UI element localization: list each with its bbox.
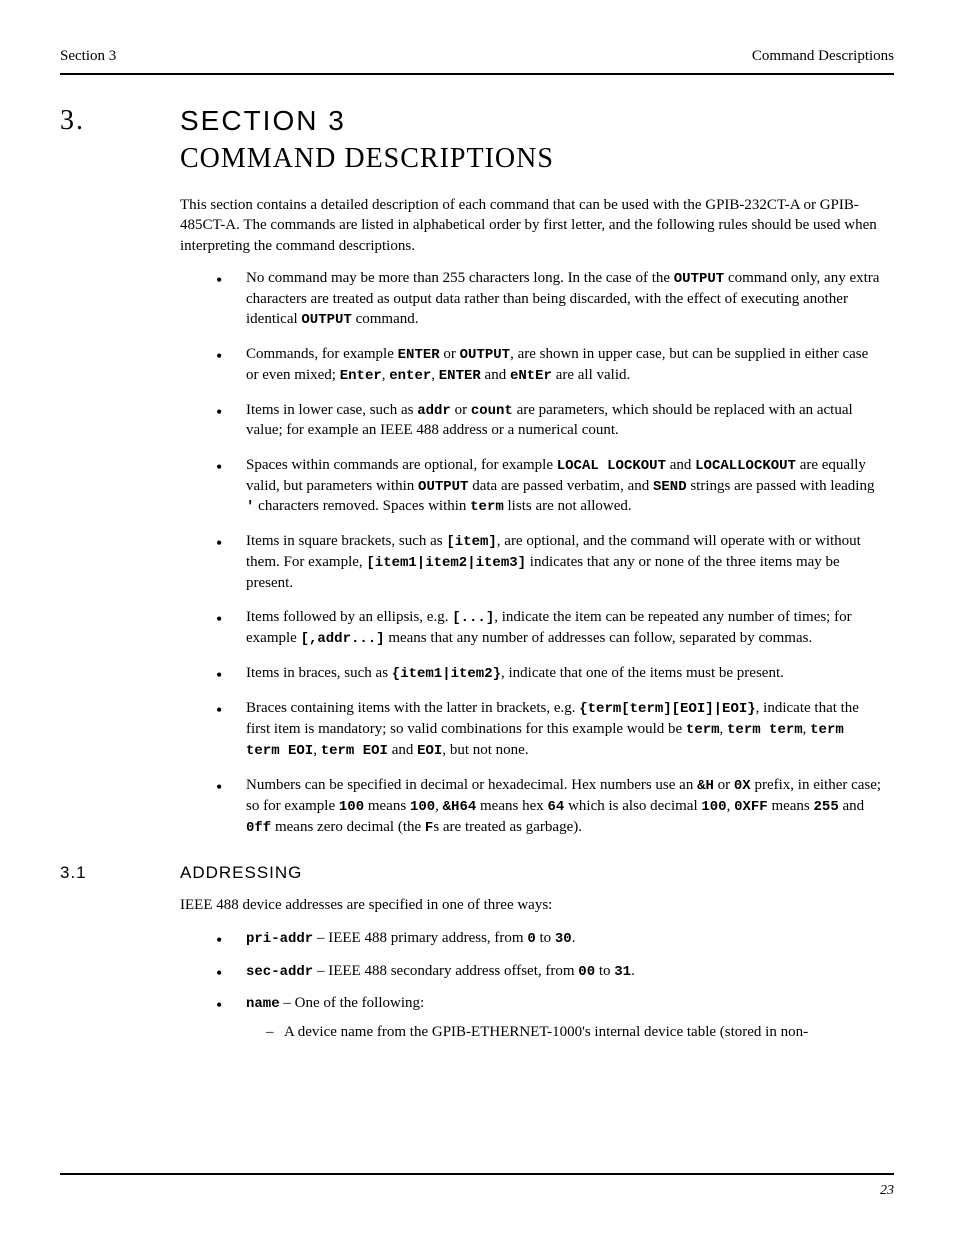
intro-para: This section contains a detailed descrip… <box>180 195 884 256</box>
page-number: 23 <box>880 1183 894 1199</box>
addressing-list: pri-addr – IEEE 488 primary address, fro… <box>180 928 884 1043</box>
rule-item: Items in lower case, such as addr or cou… <box>206 400 884 441</box>
page-header: Section 3 Command Descriptions <box>60 48 894 65</box>
section-title: COMMAND DESCRIPTIONS <box>180 143 894 175</box>
rule-item: Braces containing items with the latter … <box>206 698 884 761</box>
rule-item: Items in braces, such as {item1|item2}, … <box>206 663 884 684</box>
subheading-number: 3.1 <box>60 863 180 883</box>
rules-list: No command may be more than 255 characte… <box>180 268 884 838</box>
addressing-para: IEEE 488 device addresses are specified … <box>180 895 884 915</box>
rule-item: Numbers can be specified in decimal or h… <box>206 775 884 838</box>
rule-item: Items followed by an ellipsis, e.g. [...… <box>206 607 884 649</box>
section-tab: SECTION 3 <box>180 105 346 137</box>
section-number: 3. <box>60 105 180 137</box>
top-rule <box>60 73 894 75</box>
addr-item: sec-addr – IEEE 488 secondary address of… <box>206 961 884 982</box>
addr-sublist: A device name from the GPIB-ETHERNET-100… <box>246 1022 884 1042</box>
rule-item: Items in square brackets, such as [item]… <box>206 531 884 593</box>
rule-item: No command may be more than 255 characte… <box>206 268 884 330</box>
addr-item: name – One of the following: A device na… <box>206 993 884 1042</box>
rule-item: Spaces within commands are optional, for… <box>206 455 884 518</box>
subheading-row: 3.1 ADDRESSING <box>60 863 894 883</box>
header-right: Command Descriptions <box>752 48 894 65</box>
addr-subitem: A device name from the GPIB-ETHERNET-100… <box>266 1022 884 1042</box>
header-left: Section 3 <box>60 48 752 65</box>
bottom-rule <box>60 1173 894 1175</box>
rule-item: Commands, for example ENTER or OUTPUT, a… <box>206 344 884 386</box>
addr-item: pri-addr – IEEE 488 primary address, fro… <box>206 928 884 949</box>
subheading-title: ADDRESSING <box>180 863 302 883</box>
